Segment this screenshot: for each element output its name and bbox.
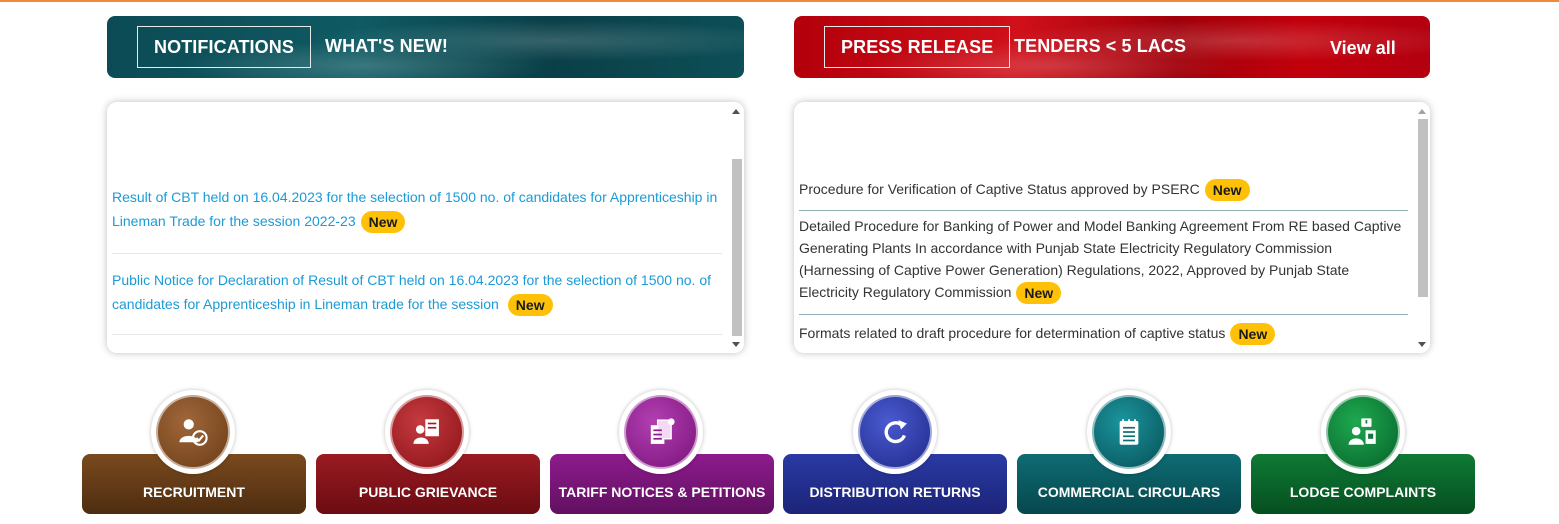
new-badge: New xyxy=(1016,282,1062,305)
press-item[interactable]: Detailed Procedure for Banking of Power … xyxy=(799,215,1409,305)
lodge-complaints-label[interactable]: LODGE COMPLAINTS xyxy=(1251,484,1475,500)
press-text[interactable]: Procedure for Verification of Captive St… xyxy=(799,181,1200,197)
notifications-panel: Result of CBT held on 16.04.2023 for the… xyxy=(107,102,744,353)
divider xyxy=(799,210,1408,211)
tab-whats-new[interactable]: WHAT'S NEW! xyxy=(309,26,464,68)
scroll-thumb[interactable] xyxy=(732,159,742,336)
complaints-icon-circle[interactable] xyxy=(1321,390,1405,474)
recruitment-icon xyxy=(179,419,208,446)
notifications-tab-bar: NOTIFICATIONS WHAT'S NEW! xyxy=(107,16,744,78)
scrollbar[interactable] xyxy=(728,102,744,353)
scrollbar[interactable] xyxy=(1414,102,1430,353)
tab-tenders[interactable]: TENDERS < 5 LACS xyxy=(998,26,1202,68)
divider xyxy=(799,314,1408,315)
divider xyxy=(112,334,722,335)
top-accent-line xyxy=(0,0,1559,2)
tab-press-release[interactable]: PRESS RELEASE xyxy=(824,26,1011,68)
scroll-thumb[interactable] xyxy=(1418,119,1428,297)
tariff-notices-label[interactable]: TARIFF NOTICES & PETITIONS xyxy=(550,484,774,500)
notification-text[interactable]: Public Notice for Declaration of Result … xyxy=(112,272,711,312)
tariff-notices-icon xyxy=(650,418,675,444)
recruitment-label[interactable]: RECRUITMENT xyxy=(82,484,306,500)
tariff-icon-circle[interactable] xyxy=(619,390,703,474)
scroll-down-arrow-icon[interactable] xyxy=(1418,342,1426,347)
press-item[interactable]: Formats related to draft procedure for d… xyxy=(799,322,1409,346)
recruitment-icon-circle[interactable] xyxy=(151,390,235,474)
complaint-icon xyxy=(1348,418,1376,445)
notification-item[interactable]: Public Notice for Declaration of Result … xyxy=(112,268,724,317)
press-text[interactable]: Detailed Procedure for Banking of Power … xyxy=(799,218,1401,300)
distribution-returns-label[interactable]: DISTRIBUTION RETURNS xyxy=(783,484,1007,500)
distribution-icon-circle[interactable] xyxy=(853,390,937,474)
new-badge: New xyxy=(1204,179,1250,202)
circulars-icon-circle[interactable] xyxy=(1087,390,1171,474)
press-text[interactable]: Formats related to draft procedure for d… xyxy=(799,325,1225,341)
new-badge: New xyxy=(360,211,406,234)
public-grievance-label[interactable]: PUBLIC GRIEVANCE xyxy=(316,484,540,500)
tab-notifications[interactable]: NOTIFICATIONS xyxy=(137,26,311,68)
new-badge: New xyxy=(1230,323,1276,346)
new-badge: New xyxy=(507,294,553,317)
notepad-icon xyxy=(1119,419,1139,445)
press-item[interactable]: Procedure for Verification of Captive St… xyxy=(799,178,1409,202)
grievance-icon xyxy=(413,419,439,444)
scroll-up-arrow-icon[interactable] xyxy=(732,109,740,114)
refresh-icon xyxy=(884,420,907,444)
press-release-panel: Procedure for Verification of Captive St… xyxy=(794,102,1430,353)
grievance-icon-circle[interactable] xyxy=(385,390,469,474)
press-tab-bar: PRESS RELEASE TENDERS < 5 LACS View all xyxy=(794,16,1430,78)
scroll-down-arrow-icon[interactable] xyxy=(732,342,740,347)
scroll-up-arrow-icon[interactable] xyxy=(1418,109,1426,114)
view-all-link[interactable]: View all xyxy=(1330,38,1396,59)
commercial-circulars-label[interactable]: COMMERCIAL CIRCULARS xyxy=(1017,484,1241,500)
notification-text[interactable]: Result of CBT held on 16.04.2023 for the… xyxy=(112,189,717,229)
divider xyxy=(112,253,722,254)
notification-item[interactable]: Result of CBT held on 16.04.2023 for the… xyxy=(112,185,724,234)
